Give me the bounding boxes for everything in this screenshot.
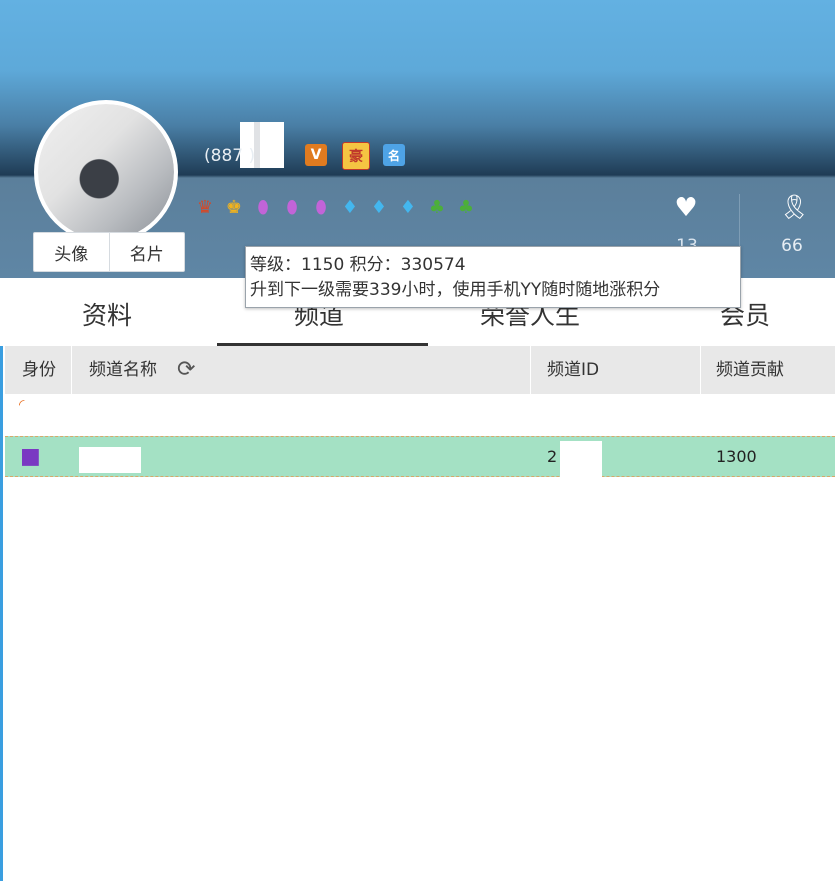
- avatar[interactable]: [34, 100, 178, 244]
- blue-diamond-icon: ♦: [399, 197, 417, 218]
- member-card-icon[interactable]: 名: [383, 144, 405, 166]
- purple-shield-icon: ⬮: [257, 197, 269, 218]
- column-contribution[interactable]: 频道贡献: [716, 346, 784, 394]
- tycoon-badge-icon[interactable]: 豪: [342, 142, 370, 170]
- table-row-selected[interactable]: ■ 2 1300: [5, 436, 835, 477]
- tab-profile[interactable]: 资料: [82, 296, 132, 332]
- user-id: (887 ): [204, 146, 256, 166]
- avatar-actions: 头像 名片: [33, 232, 185, 272]
- avatar-button[interactable]: 头像: [34, 233, 109, 271]
- column-channel-name[interactable]: 频道名称: [89, 346, 157, 394]
- table-row[interactable]: ◜: [5, 394, 835, 434]
- avatar-photo: [38, 104, 174, 240]
- refresh-icon[interactable]: ⟳: [177, 346, 195, 394]
- award-ribbon-icon[interactable]: 🎗: [779, 193, 809, 221]
- eagle-medal-icon: ♛: [196, 197, 214, 218]
- column-divider: [530, 346, 531, 394]
- crown-medal-icon: ♚: [225, 197, 243, 218]
- row-channel-id: 2: [547, 447, 558, 466]
- table-header: 身份 频道名称 ⟳ 频道ID 频道贡献: [5, 346, 835, 394]
- profile-header: 头像 名片 (887 ) V 豪 名 ♛ ♚ ⬮ ⬮ ⬮ ♦ ♦ ♦ ♣ ♣ ♥…: [0, 0, 835, 278]
- tooltip-level-line: 等级：1150 积分：330574: [250, 255, 466, 275]
- channel-id-redacted: [560, 441, 602, 477]
- channel-name-redacted: [79, 447, 141, 473]
- heart-icon[interactable]: ♥: [672, 193, 700, 223]
- row-contribution: 1300: [716, 447, 757, 466]
- vip-badge-icon[interactable]: V: [305, 144, 327, 166]
- purple-shield-icon: ⬮: [286, 197, 298, 218]
- tooltip-upgrade-line: 升到下一级需要339小时，使用手机YY随时随地涨积分: [250, 280, 661, 300]
- level-tooltip: 等级：1150 积分：330574 升到下一级需要339小时，使用手机YY随时随…: [245, 246, 741, 308]
- green-leaf-icon: ♣: [457, 197, 475, 218]
- blue-diamond-icon: ♦: [341, 197, 359, 218]
- row-partial-icon: ◜: [19, 397, 25, 413]
- awards-count: 66: [781, 236, 803, 256]
- green-leaf-icon: ♣: [428, 197, 446, 218]
- column-channel-id[interactable]: 频道ID: [547, 346, 599, 394]
- column-identity[interactable]: 身份: [22, 346, 56, 394]
- purple-shield-icon: ⬮: [315, 197, 327, 218]
- column-divider: [71, 346, 72, 394]
- level-medals[interactable]: ♛ ♚ ⬮ ⬮ ⬮ ♦ ♦ ♦ ♣ ♣: [194, 197, 477, 219]
- blue-diamond-icon: ♦: [370, 197, 388, 218]
- column-divider: [700, 346, 701, 394]
- card-button[interactable]: 名片: [108, 233, 185, 271]
- guest-gift-icon: ■: [20, 444, 41, 469]
